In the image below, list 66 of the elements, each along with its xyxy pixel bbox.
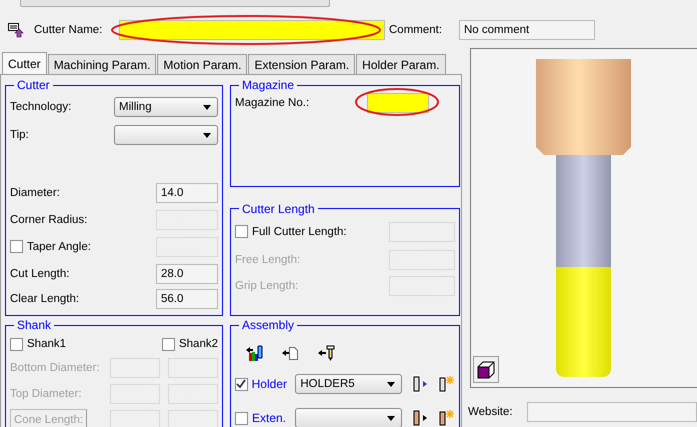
arrow-document-icon[interactable] — [281, 344, 299, 362]
caret-icon — [203, 104, 211, 110]
dropdown[interactable]: Milling — [114, 97, 218, 117]
tab[interactable]: Machining Param. — [48, 54, 156, 74]
input-field[interactable] — [367, 93, 429, 113]
checkbox[interactable] — [10, 240, 23, 253]
dropdown[interactable] — [295, 408, 402, 427]
field-label: Bottom Diameter: — [10, 362, 100, 374]
input-field[interactable] — [110, 410, 160, 427]
field-label: Free Length: — [235, 254, 300, 266]
field-label: Cut Length: — [10, 268, 70, 280]
field-label: Tip: — [10, 129, 29, 141]
checkbox-label: Shank2 — [178, 338, 218, 350]
input-field[interactable] — [168, 384, 218, 404]
field-label: Website: — [468, 406, 513, 418]
input-field[interactable] — [526, 402, 697, 422]
tab[interactable]: Extension Param. — [248, 54, 356, 74]
input-field[interactable] — [110, 358, 160, 378]
checkbox[interactable] — [235, 225, 248, 238]
checkbox[interactable] — [162, 338, 175, 350]
input-field[interactable]: 56.0 — [156, 289, 218, 309]
assembly-label: Holder — [252, 377, 287, 391]
input-field[interactable]: 28.0 — [156, 264, 218, 284]
field-label: Grip Length: — [235, 280, 298, 292]
input-field[interactable] — [119, 20, 385, 40]
checkbox[interactable] — [10, 338, 23, 350]
upload-list-icon[interactable] — [8, 22, 24, 38]
extension-arrow-icon[interactable] — [410, 409, 429, 427]
view-cube-button[interactable] — [473, 356, 499, 383]
checkbox-label: Full Cutter Length: — [252, 226, 347, 238]
tab[interactable]: Holder Param. — [356, 54, 446, 74]
checkbox-label: Shank1 — [27, 338, 66, 350]
caret-icon — [203, 132, 211, 138]
input-field[interactable] — [168, 410, 218, 427]
input-field[interactable] — [168, 358, 218, 378]
input-field[interactable]: 14.0 — [156, 182, 218, 202]
field-label: Comment: — [389, 24, 444, 36]
group-title: Cutter Length — [241, 202, 316, 214]
holder-arrow-icon[interactable] — [410, 375, 429, 393]
arrow-tool-icon[interactable] — [317, 344, 335, 362]
field-label: Corner Radius: — [10, 214, 88, 226]
field-label: Clear Length: — [10, 293, 80, 305]
caret-icon — [387, 382, 396, 386]
checkbox[interactable] — [235, 378, 248, 390]
group-title: Cutter — [16, 79, 51, 91]
field-label: Technology: — [10, 101, 72, 113]
group-title: Shank — [16, 319, 52, 331]
checkbox-label: Taper Angle: — [27, 240, 91, 252]
field-label: Diameter: — [10, 186, 60, 198]
field-label: Cutter Name: — [34, 24, 104, 36]
caret-icon — [387, 416, 396, 420]
assembly-label: Exten. — [252, 411, 286, 425]
input-field[interactable]: No comment — [459, 20, 595, 40]
checkbox[interactable] — [235, 412, 248, 424]
field-label: Top Diameter: — [10, 388, 82, 400]
group-title: Assembly — [241, 319, 296, 331]
input-field[interactable] — [110, 384, 160, 404]
group-title: Magazine — [241, 79, 296, 91]
field-label: Magazine No.: — [235, 97, 310, 109]
extension-star-icon[interactable] — [436, 409, 455, 427]
tab[interactable]: Motion Param. — [157, 54, 248, 74]
holder-star-icon[interactable] — [436, 375, 455, 393]
color-tools-icon[interactable] — [245, 344, 263, 362]
dropdown[interactable] — [114, 125, 218, 145]
tab[interactable]: Cutter — [2, 52, 47, 74]
dropdown[interactable]: HOLDER5 — [295, 374, 402, 394]
